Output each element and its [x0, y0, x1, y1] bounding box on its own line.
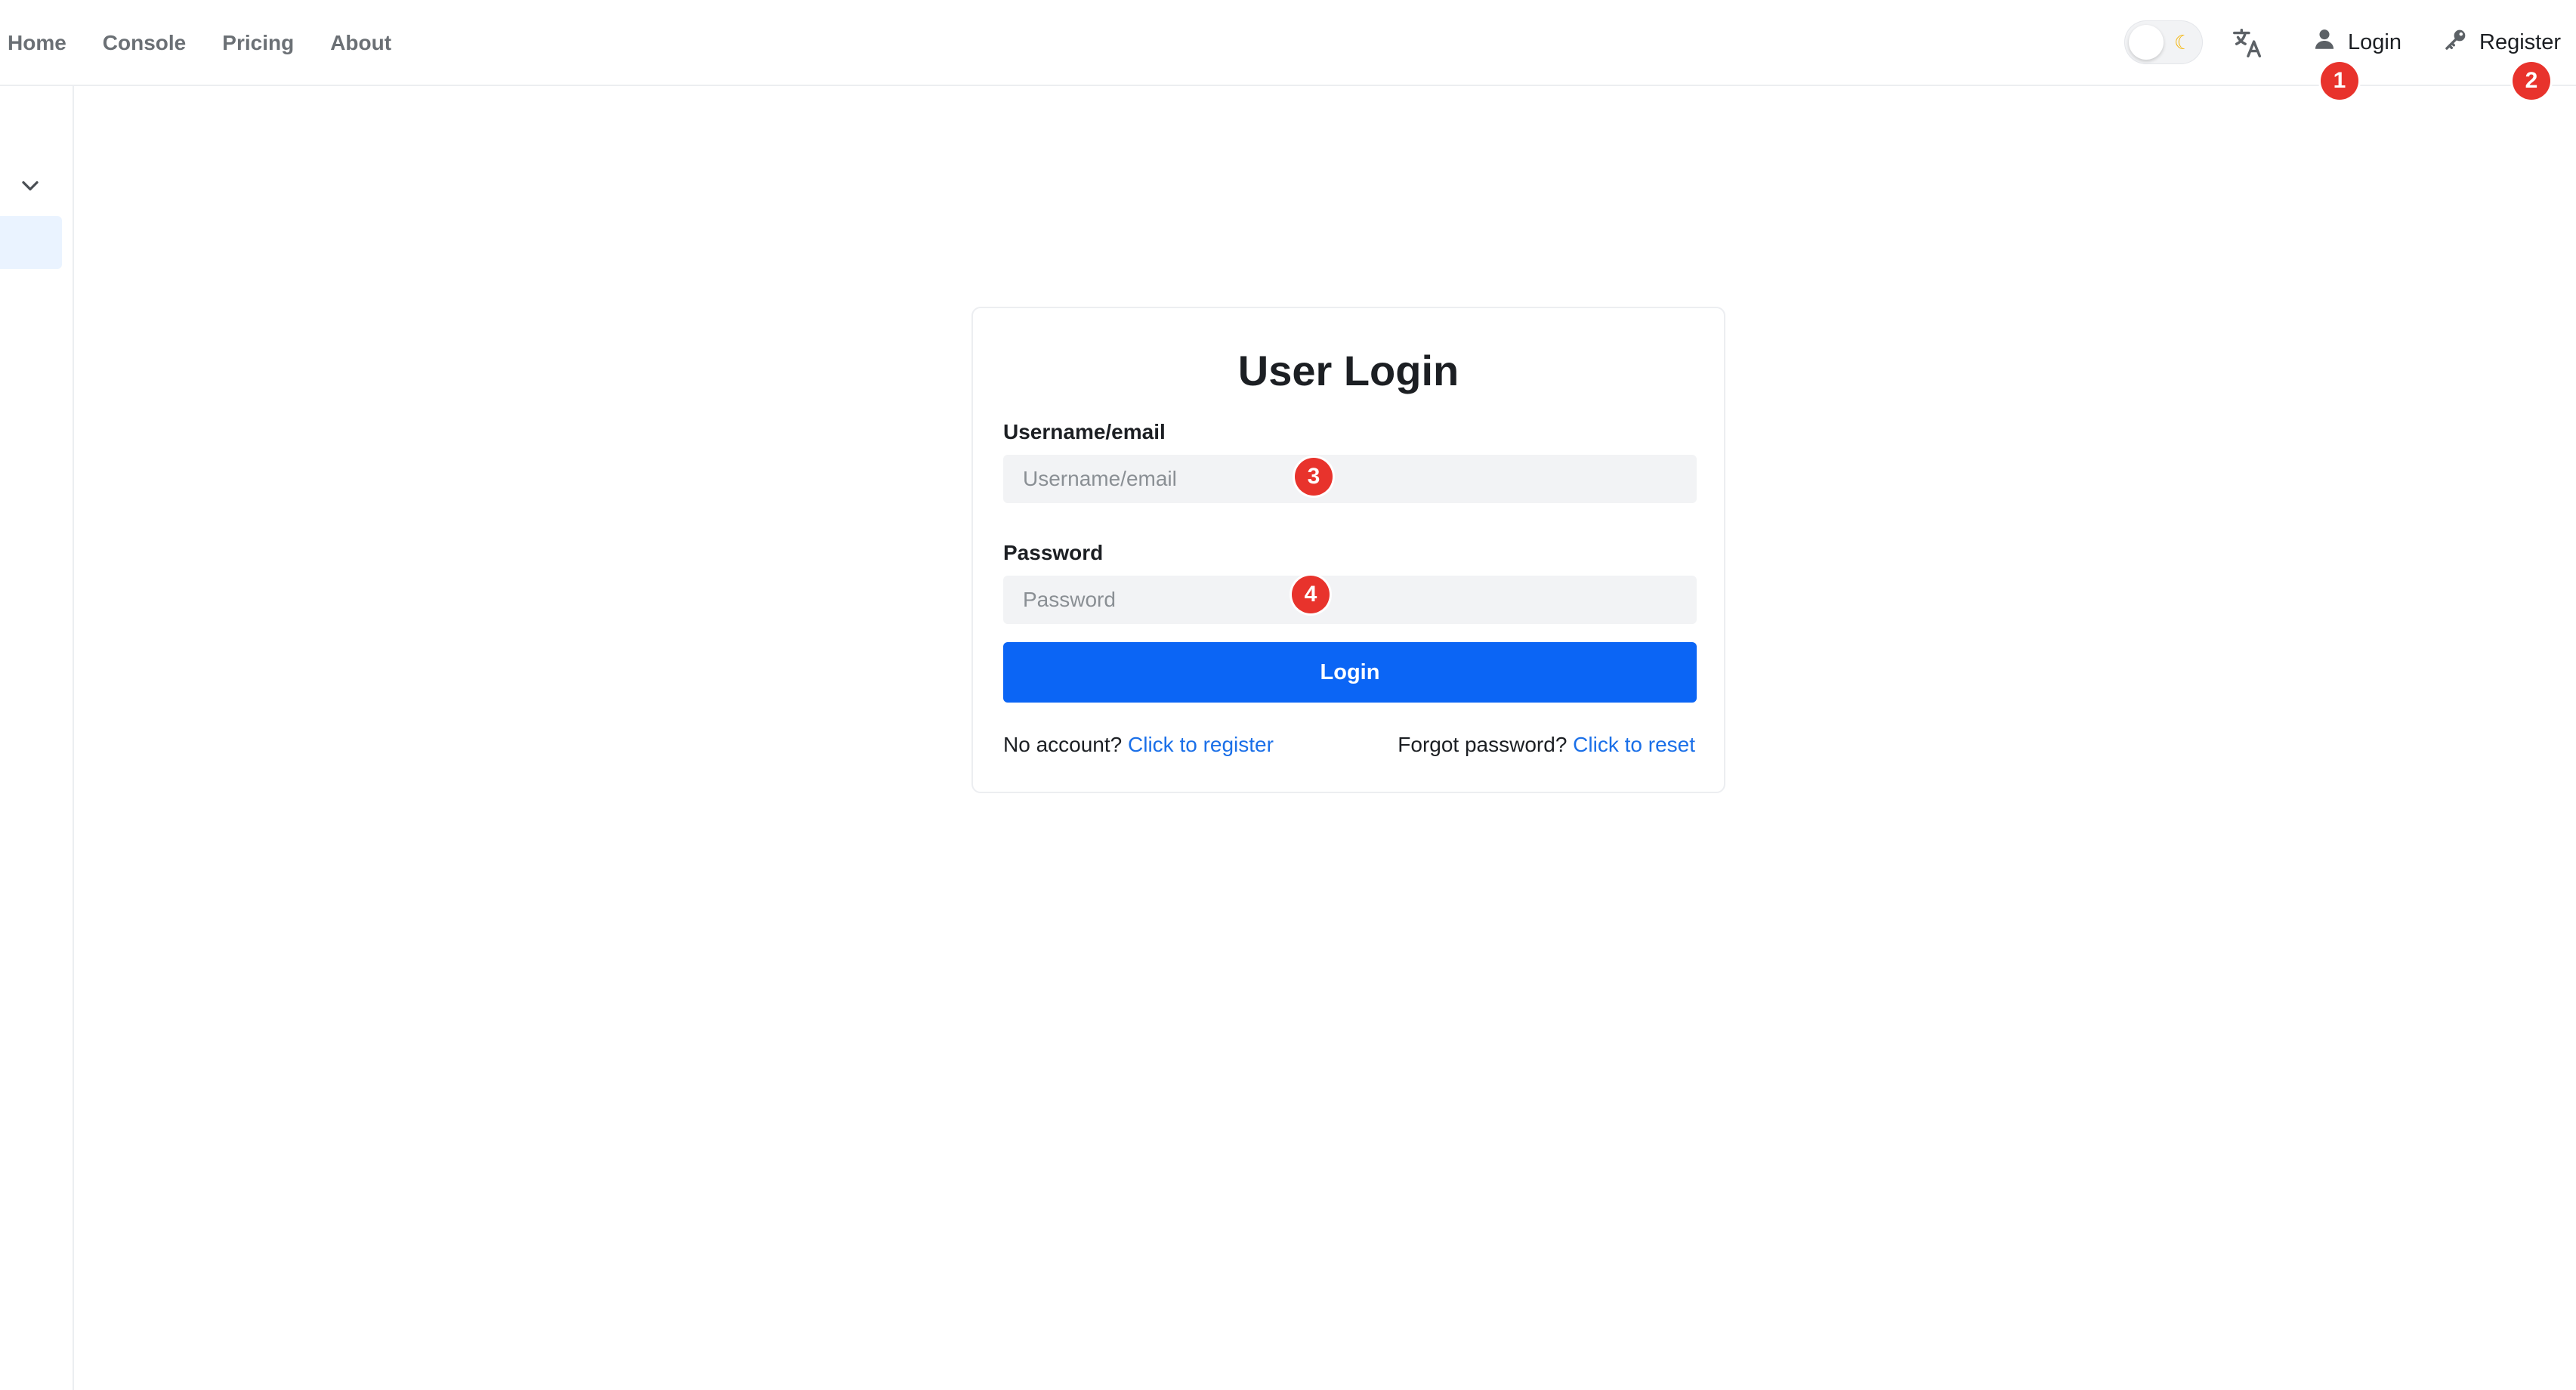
top-navigation-bar: Home Console Pricing About ☾ Login Regis…: [0, 0, 2576, 86]
reset-password-link[interactable]: Click to reset: [1573, 733, 1695, 756]
login-card: User Login Username/email Password Login…: [971, 307, 1725, 793]
header-register-button[interactable]: Register: [2443, 23, 2561, 62]
login-submit-button[interactable]: Login: [1003, 642, 1697, 703]
translate-icon[interactable]: [2230, 26, 2265, 60]
nav-about-link[interactable]: About: [330, 31, 391, 55]
marker-badge-1: 1: [2321, 62, 2358, 100]
username-email-input[interactable]: [1003, 455, 1697, 503]
register-link[interactable]: Click to register: [1128, 733, 1274, 756]
key-icon: [2443, 26, 2469, 58]
toggle-knob: [2129, 25, 2164, 60]
chevron-down-icon[interactable]: [17, 172, 44, 199]
nav-home-link[interactable]: Home: [8, 31, 66, 55]
user-icon: [2312, 26, 2337, 58]
theme-toggle-switch[interactable]: ☾: [2124, 20, 2203, 64]
password-label: Password: [1003, 541, 1104, 564]
header-register-label: Register: [2479, 29, 2561, 54]
nav-console-link[interactable]: Console: [103, 31, 186, 55]
username-label: Username/email: [1003, 420, 1166, 443]
sidebar: [0, 86, 74, 1390]
header-login-label: Login: [2348, 29, 2401, 54]
marker-badge-3: 3: [1295, 458, 1333, 496]
reset-prompt-text: Forgot password?: [1398, 733, 1568, 756]
page-title: User Login: [1237, 347, 1459, 394]
marker-badge-4: 4: [1292, 576, 1330, 613]
sidebar-item-active[interactable]: [0, 216, 62, 269]
reset-prompt-row: Forgot password? Click to reset: [1398, 733, 1695, 757]
register-prompt-text: No account?: [1003, 733, 1123, 756]
moon-icon: ☾: [2174, 31, 2192, 54]
marker-badge-2: 2: [2513, 62, 2550, 100]
password-input[interactable]: [1003, 576, 1697, 624]
main-nav: Home Console Pricing About: [8, 0, 391, 86]
register-prompt-row: No account? Click to register: [1003, 733, 1274, 757]
nav-pricing-link[interactable]: Pricing: [222, 31, 294, 55]
header-login-button[interactable]: Login: [2312, 23, 2401, 62]
